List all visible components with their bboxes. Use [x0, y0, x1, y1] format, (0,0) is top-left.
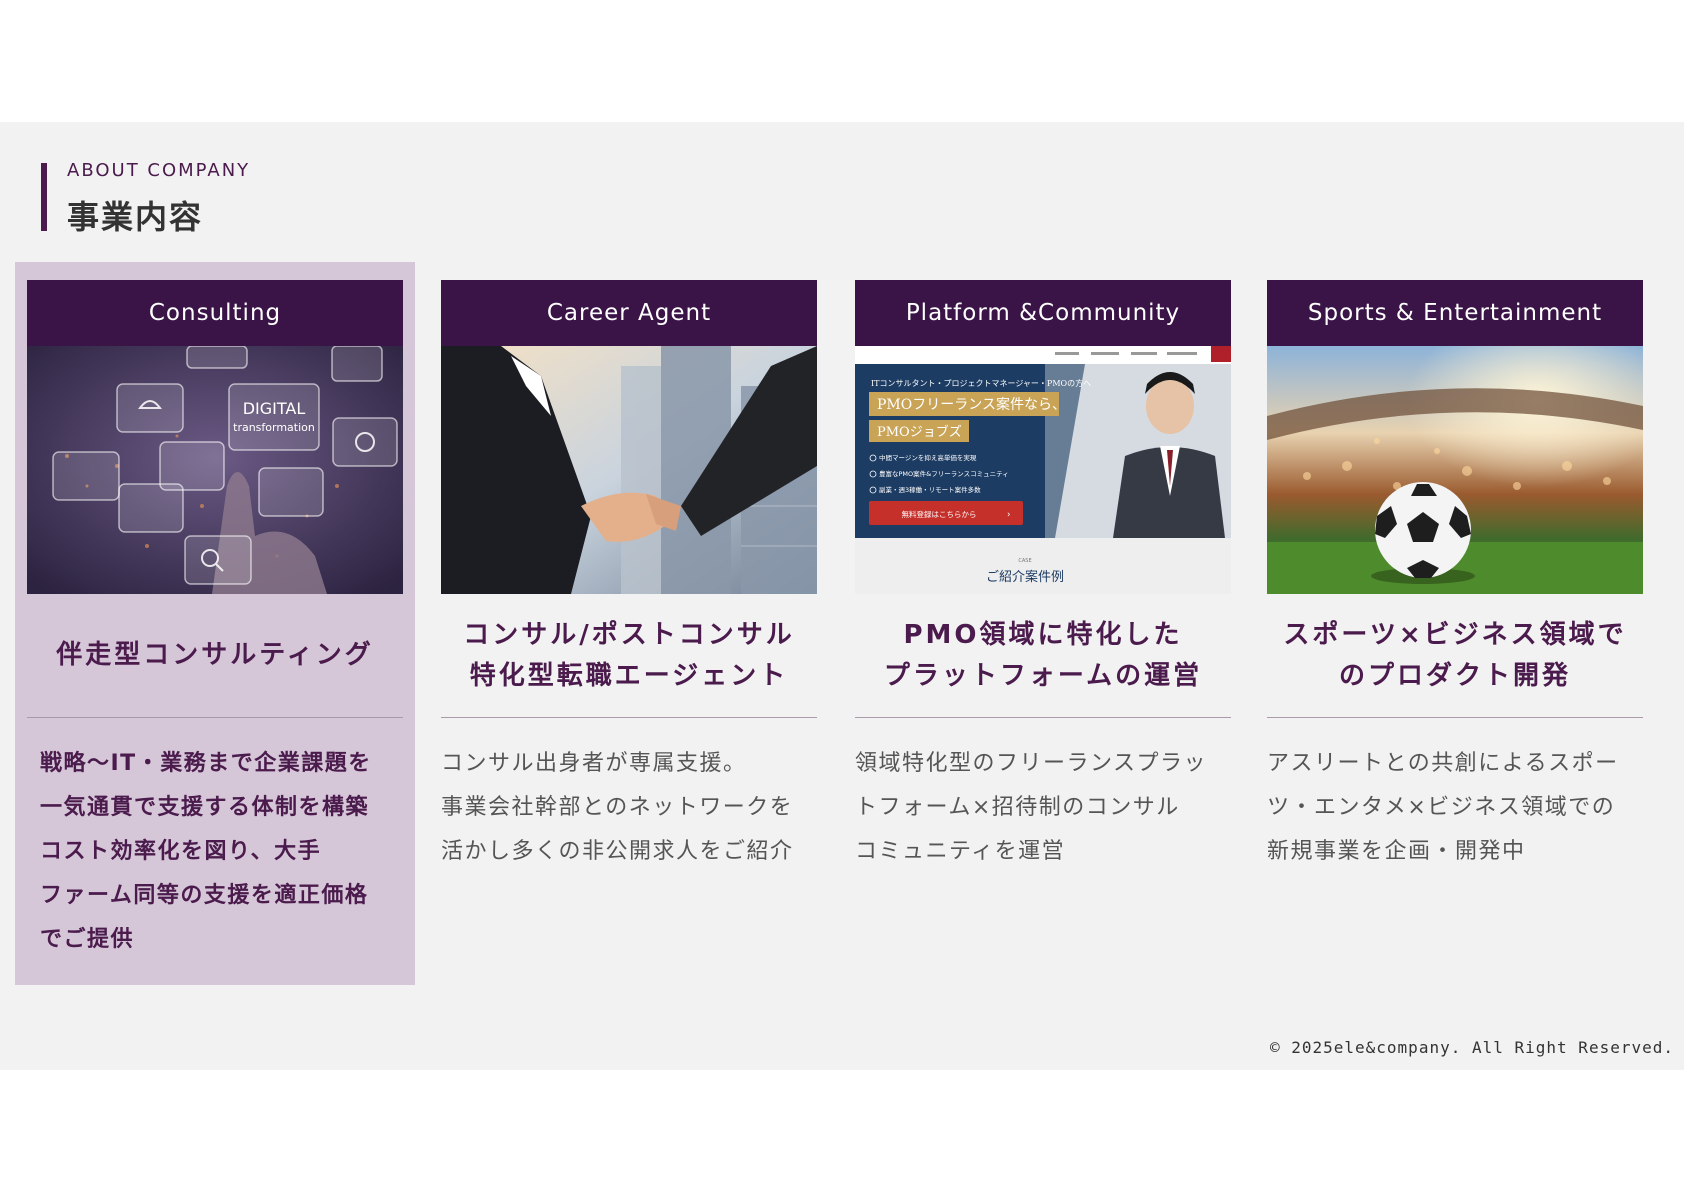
card-description: コンサル出身者が専属支援。 事業会社幹部とのネットワークを 活かし多くの非公開求… [441, 751, 794, 864]
service-card-consulting: Consulting DIGITAL transformation 伴走型コンサ… [27, 280, 403, 962]
card-headline: コンサル/ポストコンサル 特化型転職エージェント [463, 619, 795, 691]
site-cta: 無料登録はこちらから [902, 509, 977, 519]
card-headline: PMO領域に特化した プラットフォームの運営 [883, 619, 1203, 691]
stadium-soccer-ball-image [1267, 346, 1643, 594]
copyright-footer: © 2025ele&company. All Right Reserved. [1269, 1038, 1674, 1057]
section-eyebrow: ABOUT COMPANY [67, 160, 251, 181]
service-card-career-agent: Career Agent コンサル/ポストコンサル 特化型転職エージェント コン… [441, 280, 817, 874]
service-card-sports: Sports & Entertainment スポーツ×ビジネス領域で のプロダ… [1267, 280, 1643, 874]
site-banner-2: PMOジョブズ [877, 424, 962, 440]
card-label: Platform &Community [855, 280, 1231, 346]
card-label: Sports & Entertainment [1267, 280, 1643, 346]
image-digital-text: DIGITAL [243, 399, 306, 418]
svg-text:›: › [1007, 510, 1011, 520]
card-description: 戦略～IT・業務まで企業課題を 一気通貫で支援する体制を構築 コスト効率化を図り… [40, 751, 372, 952]
card-label: Career Agent [441, 280, 817, 346]
card-headline: スポーツ×ビジネス領域で のプロダクト開発 [1283, 619, 1627, 691]
card-label: Consulting [27, 280, 403, 346]
site-point-3: 副業・週3稼働・リモート案件多数 [879, 485, 981, 494]
page-title: 事業内容 [67, 198, 204, 236]
site-banner-1: PMOフリーランス案件なら、 [877, 396, 1066, 413]
handshake-image [441, 346, 817, 594]
card-description: 領域特化型のフリーランスプラッ トフォーム×招待制のコンサル コミュニティを運営 [855, 751, 1208, 864]
card-headline: 伴走型コンサルティング [56, 640, 374, 670]
site-point-2: 豊富なPMO案件&フリーランスコミュニティ [879, 469, 1009, 478]
title-accent-bar [41, 163, 47, 231]
site-point-1: 中間マージンを抑え高単価を実現 [879, 453, 977, 462]
card-description: アスリートとの共創によるスポー ツ・エンタメ×ビジネス領域での 新規事業を企画・… [1267, 751, 1619, 864]
site-case-title: ご紹介案件例 [986, 569, 1064, 585]
service-card-platform: Platform &Community ITコンサルタント・プロジェクトマネージ… [855, 280, 1231, 874]
site-tagline: ITコンサルタント・プロジェクトマネージャー・PMOの方へ [871, 378, 1091, 388]
pmo-jobs-website-screenshot: ITコンサルタント・プロジェクトマネージャー・PMOの方へ PMOフリーランス案… [855, 346, 1231, 594]
digital-transformation-image: DIGITAL transformation [27, 346, 403, 594]
image-transformation-text: transformation [233, 421, 315, 434]
site-case-label: CASE [1018, 558, 1031, 564]
